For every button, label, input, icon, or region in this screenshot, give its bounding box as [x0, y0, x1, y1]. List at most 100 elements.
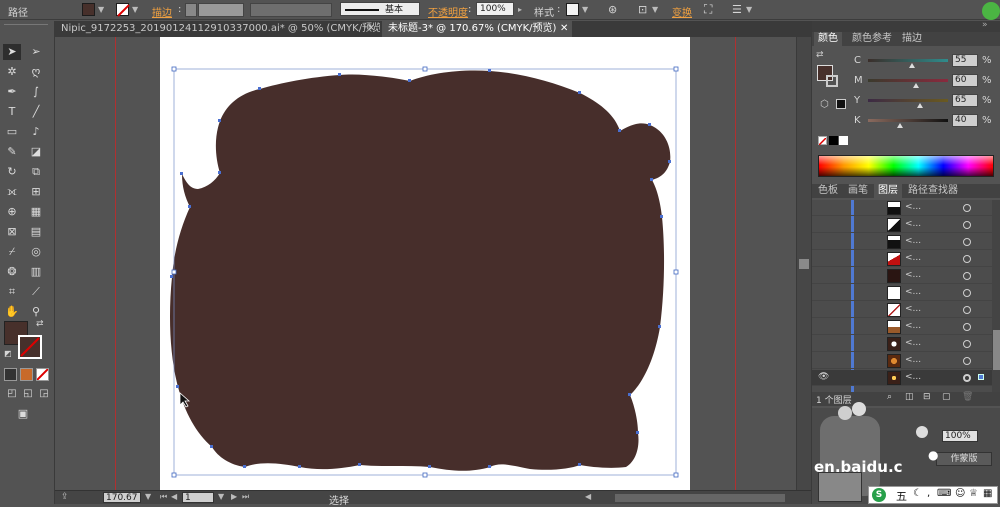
isolate-icon[interactable]: ⛶	[704, 2, 712, 17]
list-item[interactable]: <...	[812, 285, 992, 301]
m-value-field[interactable]: 60	[952, 74, 978, 87]
tab-stroke[interactable]: 描边	[898, 32, 926, 46]
horizontal-scrollbar[interactable]	[615, 494, 785, 502]
eraser-tool-icon[interactable]: ◪	[27, 144, 45, 160]
stroke-swatch[interactable]	[116, 3, 130, 17]
pen-tool-icon[interactable]: ✒	[3, 84, 21, 100]
perspective-grid-tool-icon[interactable]: ▦	[27, 204, 45, 220]
graphic-style-swatch[interactable]	[566, 3, 579, 16]
slider-c[interactable]: C 55 %	[812, 53, 1000, 69]
toolbox-icon[interactable]: ▦	[983, 488, 992, 499]
stroke-weight-stepper[interactable]	[185, 3, 197, 17]
y-gradient-bar[interactable]	[868, 99, 948, 102]
blend-tool-icon[interactable]: ◎	[27, 244, 45, 260]
chevron-down-icon[interactable]: ▼	[132, 6, 140, 14]
tab-document-1[interactable]: Nipic_9172253_20190124112910337000.ai* @…	[55, 21, 380, 37]
vertical-scrollbar[interactable]	[796, 37, 811, 490]
visibility-eye-icon[interactable]: 👁	[818, 372, 829, 382]
magic-wand-tool-icon[interactable]: ✲	[3, 64, 21, 80]
transform-label[interactable]: 变换	[672, 4, 692, 19]
keyboard-icon[interactable]: ⌨	[937, 488, 951, 499]
y-value-field[interactable]: 65	[952, 94, 978, 107]
brush-definition[interactable]: 基本	[340, 2, 420, 16]
curvature-tool-icon[interactable]: ∫	[27, 84, 45, 100]
list-item[interactable]: <...	[812, 302, 992, 318]
stroke-weight-field[interactable]	[198, 3, 244, 17]
width-tool-icon[interactable]: ⟗	[3, 184, 21, 200]
close-icon[interactable]: ✕	[560, 23, 568, 34]
arrange-icon[interactable]: ☰	[732, 3, 742, 16]
chevron-down-icon[interactable]: ▼	[652, 6, 660, 14]
list-item[interactable]: <...	[812, 336, 992, 352]
update-badge[interactable]	[982, 2, 1000, 20]
target-icon[interactable]	[963, 204, 971, 212]
screen-mode-icon[interactable]: ▣	[14, 406, 32, 422]
opacity-label[interactable]: 不透明度	[428, 4, 468, 19]
chevron-down-icon[interactable]: ▼	[218, 492, 224, 501]
c-value-field[interactable]: 55	[952, 54, 978, 67]
artboard[interactable]	[160, 37, 690, 490]
target-icon[interactable]	[963, 323, 971, 331]
target-icon[interactable]	[963, 306, 971, 314]
list-item[interactable]: <...	[812, 251, 992, 267]
opacity-field[interactable]: 100%	[476, 2, 514, 16]
swap-fill-stroke-icon[interactable]: ⇄	[36, 319, 44, 329]
opacity-percent-field[interactable]: 100%	[942, 430, 978, 442]
shape-builder-tool-icon[interactable]: ⊕	[3, 204, 21, 220]
collapse-panel-icon[interactable]: »	[982, 20, 988, 30]
delete-icon[interactable]: 🗑	[962, 392, 973, 402]
locate-object-icon[interactable]: ⌕	[887, 392, 892, 402]
fill-swatch[interactable]	[82, 3, 95, 16]
target-icon[interactable]	[963, 374, 971, 382]
gradient-tool-icon[interactable]: ▤	[27, 224, 45, 240]
y-slider-thumb[interactable]	[917, 103, 923, 108]
artboard-number-field[interactable]: 1	[182, 492, 214, 503]
tab-color-guide[interactable]: 颜色参考	[848, 32, 896, 46]
layers-scrollbar[interactable]	[992, 200, 1000, 392]
first-artboard-icon[interactable]: ⏮	[160, 492, 167, 502]
scrollbar-thumb[interactable]	[993, 330, 1000, 370]
list-item[interactable]: <...	[812, 217, 992, 233]
scrollbar-thumb[interactable]	[799, 259, 809, 269]
tab-swatches[interactable]: 色板	[814, 184, 842, 198]
tab-color[interactable]: 颜色	[814, 32, 842, 46]
rotate-tool-icon[interactable]: ↻	[3, 164, 21, 180]
list-item[interactable]: 👁 <...	[812, 370, 992, 386]
m-gradient-bar[interactable]	[868, 79, 948, 82]
draw-inside-icon[interactable]: ◲	[35, 386, 53, 402]
close-icon[interactable]: ✕	[367, 23, 375, 34]
color-spectrum[interactable]	[818, 155, 994, 177]
chevron-down-icon[interactable]: ▼	[145, 492, 151, 501]
target-icon[interactable]	[963, 272, 971, 280]
line-tool-icon[interactable]: ╱	[27, 104, 45, 120]
list-item[interactable]: <...	[812, 234, 992, 250]
slice-tool-icon[interactable]: ⟋	[27, 284, 45, 300]
m-slider-thumb[interactable]	[913, 83, 919, 88]
chevron-right-icon[interactable]: ▸	[518, 6, 526, 14]
tab-document-2[interactable]: 未标题-3* @ 170.67% (CMYK/预览)	[382, 21, 572, 37]
scroll-left-icon[interactable]: ◀	[585, 492, 591, 501]
new-layer-icon[interactable]: ▢	[942, 392, 951, 402]
k-gradient-bar[interactable]	[868, 119, 948, 122]
scale-tool-icon[interactable]: ⧉	[27, 164, 45, 180]
target-icon[interactable]	[963, 289, 971, 297]
target-icon[interactable]	[963, 357, 971, 365]
white-swatch[interactable]	[839, 136, 848, 145]
next-artboard-icon[interactable]: ▶	[231, 492, 237, 501]
stroke-label[interactable]: 描边	[152, 4, 172, 19]
current-tool-status[interactable]: 选择	[329, 492, 349, 507]
symbol-sprayer-tool-icon[interactable]: ❂	[3, 264, 21, 280]
align-icon[interactable]: ⊡	[638, 3, 647, 16]
type-tool-icon[interactable]: T	[3, 104, 21, 120]
black-swatch[interactable]	[829, 136, 838, 145]
artwork[interactable]	[160, 37, 690, 490]
k-value-field[interactable]: 40	[952, 114, 978, 127]
gradient-mode-icon[interactable]	[20, 368, 33, 381]
selection-tool-icon[interactable]: ➤	[3, 44, 21, 60]
list-item[interactable]: <...	[812, 353, 992, 369]
pencil-tool-icon[interactable]: ✎	[3, 144, 21, 160]
tab-layers[interactable]: 图层	[874, 184, 902, 198]
color-mode-icon[interactable]	[4, 368, 17, 381]
skin-icon[interactable]: ♕	[969, 488, 978, 499]
punctuation-icon[interactable]: ,	[927, 488, 930, 499]
